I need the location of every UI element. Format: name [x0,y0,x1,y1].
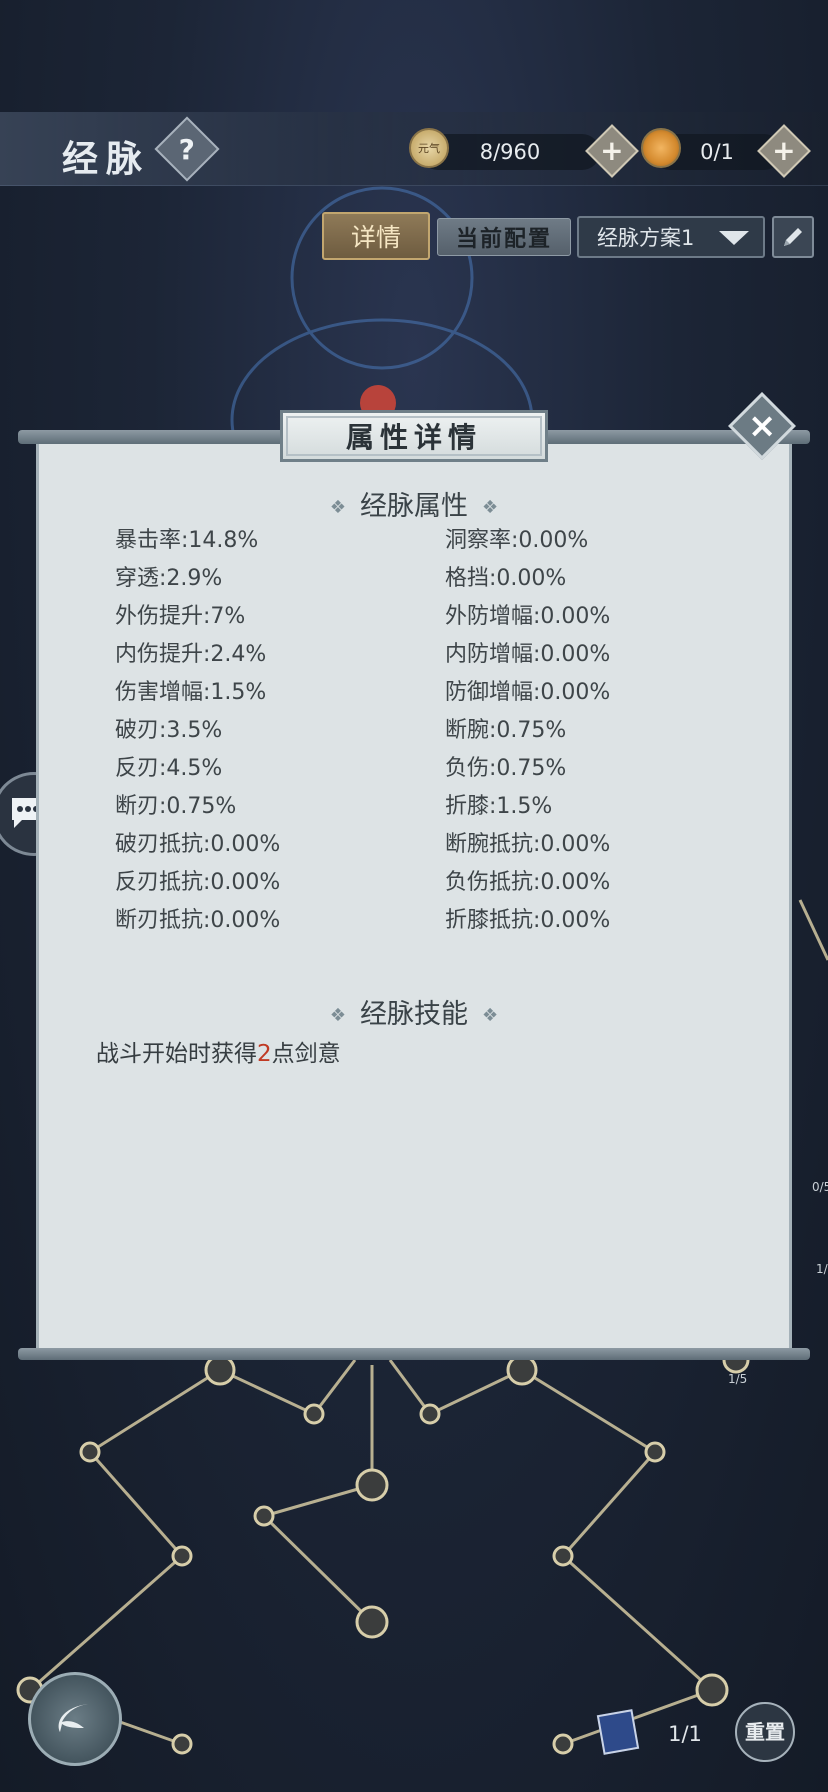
close-icon: × [747,406,777,446]
attribute-item: 穿透:2.9% [115,566,223,591]
current-config-tab[interactable]: 当前配置 [437,218,571,256]
skill-value-highlight: 2 [257,1041,272,1067]
diamond-ornament-icon: ❖ [329,1005,346,1026]
attribute-item: 负伤抵抗:0.00% [445,870,611,895]
diamond-ornament-icon: ❖ [482,497,499,518]
back-arrow-icon [58,1704,88,1732]
help-icon: ? [178,132,196,166]
attribute-item: 破刃:3.5% [115,718,223,743]
plus-icon: + [772,134,796,167]
attribute-item: 负伤:0.75% [445,756,567,781]
book-icon[interactable] [596,1709,640,1755]
attribute-item: 断刃:0.75% [115,794,237,819]
top-bar: 经脉 ? 8/960 元气 + 0/1 + [0,112,828,186]
node-progress-label: 1/4 [816,1262,828,1276]
attribute-item: 破刃抵抗:0.00% [115,832,281,857]
attribute-row: 伤害增幅:1.5% 防御增幅:0.00% [115,674,715,712]
attribute-item: 外防增幅:0.00% [445,604,611,629]
attribute-item: 反刃:4.5% [115,756,223,781]
add-yuanqi-button[interactable]: + [585,124,639,178]
attribute-item: 折膝:1.5% [445,794,553,819]
attribute-item: 断腕抵抗:0.00% [445,832,611,857]
attribute-item: 格挡:0.00% [445,566,567,591]
skill-section-title: ❖ 经脉技能 ❖ [329,999,499,1030]
attribute-row: 断刃:0.75% 折膝:1.5% [115,788,715,826]
attribute-row: 穿透:2.9% 格挡:0.00% [115,560,715,598]
attribute-row: 外伤提升:7% 外防增幅:0.00% [115,598,715,636]
chevron-down-icon [719,231,749,245]
attribute-item: 内伤提升:2.4% [115,642,267,667]
page-title: 经脉 [62,138,151,180]
attribute-item: 伤害增幅:1.5% [115,680,267,705]
page-counter: 1/1 [668,1722,702,1746]
attribute-row: 断刃抵抗:0.00% 折膝抵抗:0.00% [115,902,715,940]
yuanqi-coin-icon: 元气 [409,128,449,168]
attribute-item: 内防增幅:0.00% [445,642,611,667]
attribute-item: 反刃抵抗:0.00% [115,870,281,895]
attribute-item: 折膝抵抗:0.00% [445,908,611,933]
attribute-row: 暴击率:14.8% 洞察率:0.00% [115,522,715,560]
attribute-item: 断腕:0.75% [445,718,567,743]
modal-title: 属性详情 [280,410,548,462]
attribute-item: 外伤提升:7% [115,604,246,629]
meridian-plan-select[interactable]: 经脉方案1 [577,216,765,258]
attribute-row: 内伤提升:2.4% 内防增幅:0.00% [115,636,715,674]
currency-secondary-value: 0/1 [700,140,734,164]
attribute-item: 洞察率:0.00% [445,528,589,553]
attribute-item: 断刃抵抗:0.00% [115,908,281,933]
detail-tab[interactable]: 详情 [322,212,430,260]
back-button[interactable] [28,1672,122,1766]
attribute-item: 暴击率:14.8% [115,528,259,553]
help-button[interactable]: ? [154,116,220,182]
attribute-row: 破刃:3.5% 断腕:0.75% [115,712,715,750]
attributes-section-title: ❖ 经脉属性 ❖ [329,491,499,522]
pencil-icon [784,228,802,246]
edit-plan-button[interactable] [772,216,814,258]
plan-select-value: 经脉方案1 [597,226,695,250]
node-progress-label: 1/5 [728,1372,748,1386]
currency-yuanqi-value: 8/960 [479,140,541,164]
node-progress-label: 0/5 [812,1180,828,1194]
diamond-ornament-icon: ❖ [329,497,346,518]
diamond-ornament-icon: ❖ [482,1005,499,1026]
attribute-row: 反刃:4.5% 负伤:0.75% [115,750,715,788]
attribute-list: 暴击率:14.8% 洞察率:0.00% 穿透:2.9% 格挡:0.00% 外伤提升:7%… [115,522,715,940]
scroll-rod-bottom [18,1348,810,1360]
reset-button[interactable]: 重置 [735,1702,795,1762]
attribute-row: 破刃抵抗:0.00% 断腕抵抗:0.00% [115,826,715,864]
skill-description: 战斗开始时获得2点剑意 [96,1041,341,1067]
attribute-item: 防御增幅:0.00% [445,680,611,705]
plus-icon: + [600,134,624,167]
secondary-coin-icon [641,128,681,168]
attribute-row: 反刃抵抗:0.00% 负伤抵抗:0.00% [115,864,715,902]
